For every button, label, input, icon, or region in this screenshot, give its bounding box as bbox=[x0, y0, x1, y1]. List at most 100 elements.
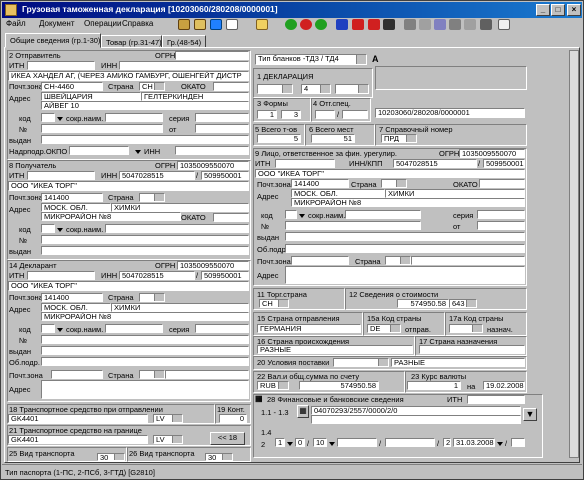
reference-combo[interactable]: ПРД bbox=[381, 134, 417, 143]
recipient-address2-field[interactable]: ХИМКИ bbox=[111, 203, 249, 212]
help-icon[interactable] bbox=[498, 19, 510, 30]
sender-short-field[interactable] bbox=[105, 113, 163, 122]
responsible-short-field[interactable] bbox=[345, 210, 421, 219]
declaration-type-combo[interactable] bbox=[257, 84, 293, 94]
invoice-amount-field[interactable]: 574950.58 bbox=[299, 381, 379, 390]
responsible-postcode-field[interactable]: 141400 bbox=[291, 179, 349, 188]
declaration-code-combo[interactable]: 4 bbox=[301, 84, 331, 94]
declarant-address3-field[interactable]: МИКРОРАЙОН №8 bbox=[41, 312, 249, 321]
transport-border-field[interactable]: GK4401 bbox=[8, 435, 148, 444]
declarant-ogrn-field[interactable]: 1035009550070 bbox=[177, 261, 249, 270]
preview-icon[interactable] bbox=[419, 19, 431, 30]
responsible-country-combo[interactable] bbox=[381, 179, 407, 188]
blank-type-combo[interactable]: Тип бланков -ТД3 / ТД4 bbox=[255, 54, 367, 65]
cost-currency-combo[interactable]: 643 bbox=[449, 299, 477, 308]
export-icon[interactable] bbox=[434, 19, 446, 30]
exchange-rate-date-field[interactable]: 19.02.2008 bbox=[483, 381, 525, 390]
sender-inn-field[interactable] bbox=[119, 61, 249, 70]
bank-v4-field[interactable] bbox=[337, 438, 377, 447]
copy-from-18-button[interactable]: << 18 bbox=[210, 432, 245, 445]
sender-itn-field[interactable] bbox=[27, 61, 95, 70]
declarant-postcode2-field[interactable] bbox=[51, 370, 103, 379]
recipient-no-field[interactable] bbox=[41, 235, 249, 244]
declarant-address1-field[interactable]: МОСК. ОБЛ. bbox=[41, 303, 111, 312]
total-goods-field[interactable]: 5 bbox=[257, 134, 301, 143]
responsible-address2-field[interactable]: ХИМКИ bbox=[385, 189, 525, 198]
sender-name-field[interactable]: ИКЕА ХАНДЕЛ АГ, (ЧЕРЕЗ АМИКО ГАМБУРГ, ОШ… bbox=[8, 71, 249, 81]
bank-v3-field[interactable]: 10 bbox=[313, 438, 327, 447]
declarant-code-field[interactable] bbox=[41, 324, 55, 333]
transport-departure-country[interactable]: LV bbox=[153, 414, 183, 423]
declaration-number-field[interactable]: 10203060/280208/0000001 bbox=[375, 108, 525, 118]
declarant-short-field[interactable] bbox=[105, 324, 163, 333]
calc-icon[interactable] bbox=[464, 19, 476, 30]
recipient-address1-field[interactable]: МОСК. ОБЛ. bbox=[41, 203, 111, 212]
responsible-postcode2-field[interactable] bbox=[291, 256, 349, 265]
recipient-okato-field[interactable] bbox=[213, 213, 249, 222]
sender-postcode-field[interactable]: CH-4460 bbox=[41, 82, 103, 91]
cost-amount-field[interactable]: 574950.58 bbox=[397, 299, 449, 308]
declaration-extra-combo[interactable] bbox=[335, 84, 369, 94]
declarant-inn-field[interactable]: 5047028515 bbox=[119, 271, 195, 280]
bank-v2-field[interactable]: 0 bbox=[295, 438, 305, 447]
responsible-from-field[interactable] bbox=[477, 221, 525, 230]
menu-document[interactable]: Документ bbox=[39, 19, 75, 28]
responsible-inn-field[interactable]: 5047028515 bbox=[393, 159, 477, 168]
transport-border-country[interactable]: LV bbox=[153, 435, 183, 444]
tab-general[interactable]: Общие сведения (гр.1-30) bbox=[5, 33, 101, 48]
sender-country-combo[interactable]: CH bbox=[139, 82, 165, 91]
panel-scrollbar[interactable] bbox=[569, 50, 579, 458]
sender-okato-field[interactable] bbox=[213, 82, 249, 91]
minimize-button[interactable]: _ bbox=[536, 4, 550, 16]
destination-country-field[interactable] bbox=[419, 345, 525, 354]
declarant-issued-field[interactable] bbox=[41, 346, 249, 355]
spec-field1[interactable] bbox=[315, 110, 335, 119]
add-icon[interactable] bbox=[285, 19, 297, 30]
responsible-address-extra-field[interactable] bbox=[285, 266, 525, 284]
sender-address3-field[interactable]: АЙВЕГ 10 bbox=[41, 101, 249, 110]
bank-doc-picker-button[interactable]: ▦ bbox=[297, 405, 309, 418]
tools-icon[interactable] bbox=[383, 19, 395, 30]
declarant-series-field[interactable] bbox=[195, 324, 249, 333]
sender-inn3-field[interactable] bbox=[175, 146, 249, 155]
transport-type-border-field[interactable]: 30 bbox=[97, 453, 125, 461]
responsible-code-field[interactable] bbox=[285, 210, 297, 219]
declarant-country-combo[interactable] bbox=[139, 293, 165, 302]
total-places-field[interactable]: 51 bbox=[311, 134, 355, 143]
next-icon[interactable] bbox=[315, 19, 327, 30]
recipient-issued-field[interactable] bbox=[41, 246, 249, 255]
recipient-itn-field[interactable] bbox=[27, 171, 95, 180]
sender-subdiv-field[interactable] bbox=[69, 146, 129, 155]
folder-icon[interactable] bbox=[256, 19, 268, 30]
forms-total-field[interactable]: 3 bbox=[281, 110, 301, 119]
responsible-no-field[interactable] bbox=[285, 221, 421, 230]
responsible-address3-field[interactable]: МИКРОРАЙОН №8 bbox=[291, 198, 525, 207]
import-icon[interactable] bbox=[449, 19, 461, 30]
responsible-name-field[interactable]: ООО "ИКЕА ТОРГ" bbox=[255, 169, 525, 178]
recipient-kpp-field[interactable]: 509950001 bbox=[201, 171, 249, 180]
bank-v1-field[interactable]: 1 bbox=[275, 438, 285, 447]
sender-address2-field[interactable]: ГЕЛТЕРКИНДЕН bbox=[141, 92, 249, 101]
declarant-itn-field[interactable] bbox=[27, 271, 95, 280]
recipient-postcode-field[interactable]: 141400 bbox=[41, 193, 103, 202]
sender-from-field[interactable] bbox=[195, 124, 249, 133]
close-button[interactable]: × bbox=[567, 4, 581, 16]
declarant-country2-combo[interactable] bbox=[139, 370, 165, 379]
origin-country-field[interactable]: РАЗНЫЕ bbox=[257, 345, 413, 354]
bank-inn-field[interactable] bbox=[467, 395, 525, 404]
sender-series-field[interactable] bbox=[195, 113, 249, 122]
responsible-itn-field[interactable] bbox=[275, 159, 335, 168]
bank-v6-field[interactable]: 2 bbox=[443, 438, 451, 447]
responsible-series-field[interactable] bbox=[477, 210, 525, 219]
recipient-country-combo[interactable] bbox=[139, 193, 165, 202]
recipient-inn-field[interactable]: 5047028515 bbox=[119, 171, 195, 180]
printer-icon[interactable] bbox=[404, 19, 416, 30]
save-icon[interactable] bbox=[210, 19, 222, 30]
responsible-subdiv-field[interactable] bbox=[285, 244, 525, 253]
declarant-kpp-field[interactable]: 509950001 bbox=[201, 271, 249, 280]
menu-help[interactable]: Справка bbox=[122, 19, 153, 28]
sender-ogrn-field[interactable] bbox=[175, 51, 249, 60]
recipient-name-field[interactable]: ООО "ИКЕА ТОРГ" bbox=[8, 181, 249, 191]
transport-departure-field[interactable]: GK4401 bbox=[8, 414, 148, 423]
dispatch-country-field[interactable]: ГЕРМАНИЯ bbox=[257, 324, 361, 333]
